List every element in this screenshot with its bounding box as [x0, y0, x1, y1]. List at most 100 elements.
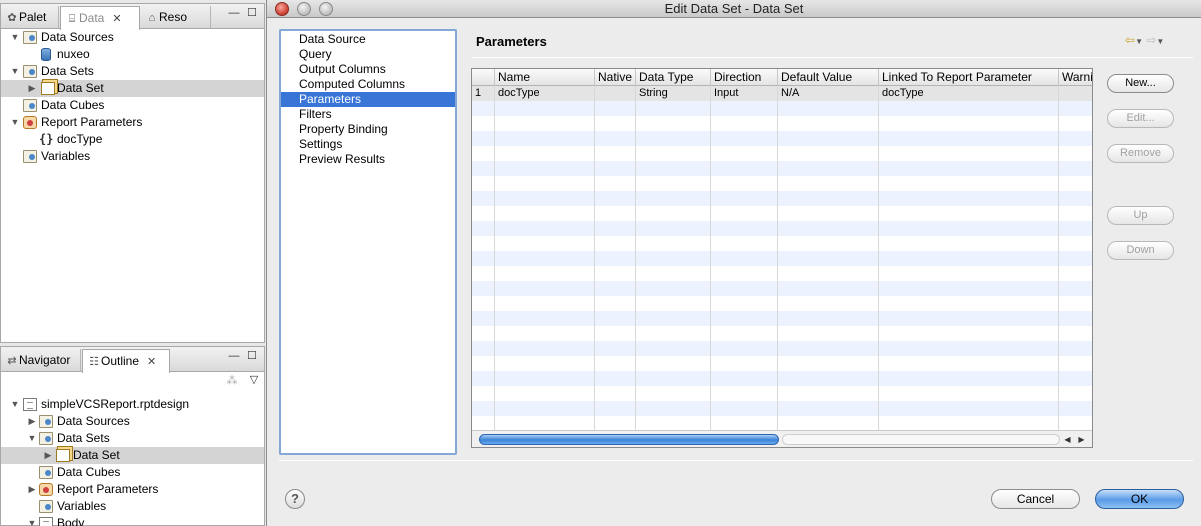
forward-dropdown-icon[interactable]: ▼ — [1156, 37, 1164, 46]
expanded-triangle-icon[interactable]: ▼ — [9, 29, 21, 46]
close-icon[interactable]: ✕ — [147, 356, 156, 368]
back-dropdown-icon[interactable]: ▼ — [1135, 37, 1143, 46]
maximize-icon[interactable]: ☐ — [245, 7, 259, 21]
nav-item-filters[interactable]: Filters — [281, 107, 455, 122]
back-arrow-icon[interactable]: ⇦ — [1125, 33, 1135, 47]
tree-node-report-parameters[interactable]: ▶ Report Parameters — [1, 481, 264, 498]
zoom-window-button[interactable] — [319, 2, 333, 16]
tree-node-rptdesign[interactable]: ▼ simpleVCSReport.rptdesign — [1, 396, 264, 413]
view-menu-icon[interactable]: ▽ — [247, 374, 261, 388]
folder-icon — [23, 150, 37, 163]
table-body: 1 docType String Input N/A docType — [472, 86, 1092, 446]
nav-item-computed-columns[interactable]: Computed Columns — [281, 77, 455, 92]
nav-item-property-binding[interactable]: Property Binding — [281, 122, 455, 137]
tree-node-data-set[interactable]: ▶ Data Set — [1, 80, 264, 97]
cancel-button[interactable]: Cancel — [991, 489, 1080, 509]
collapsed-triangle-icon[interactable]: ▶ — [26, 413, 38, 430]
tab-outline[interactable]: ☷ Outline ✕ — [82, 349, 170, 373]
page-nav-list: Data Source Query Output Columns Compute… — [279, 29, 457, 455]
column-header-index[interactable] — [472, 69, 495, 86]
tree-node-doctype[interactable]: {} docType — [1, 131, 264, 148]
column-divider — [494, 86, 495, 430]
tree-node-report-parameters[interactable]: ▼ Report Parameters — [1, 114, 264, 131]
collapsed-triangle-icon[interactable]: ▶ — [26, 481, 38, 498]
header-divider — [472, 57, 1193, 58]
tab-data[interactable]: ⌸ Data ✕ — [60, 6, 140, 30]
data-explorer-icon: ⌸ — [68, 13, 76, 25]
expanded-triangle-icon[interactable]: ▼ — [9, 114, 21, 131]
column-header-name[interactable]: Name — [495, 69, 595, 86]
nav-item-settings[interactable]: Settings — [281, 137, 455, 152]
column-header-default-value[interactable]: Default Value — [778, 69, 879, 86]
minimize-icon[interactable]: — — [227, 350, 241, 364]
table-row[interactable]: 1 docType String Input N/A docType — [472, 86, 1092, 101]
scroll-right-arrow-icon[interactable]: ▶ — [1076, 433, 1087, 446]
nav-item-parameters[interactable]: Parameters — [281, 92, 455, 107]
history-nav: ⇦▼ ⇨▼ — [1125, 33, 1164, 47]
down-button[interactable]: Down — [1107, 241, 1174, 260]
tab-palette[interactable]: ✿ Palet — [1, 6, 59, 29]
tree-node-data-sources[interactable]: ▶ Data Sources — [1, 413, 264, 430]
column-header-warning[interactable]: Warni — [1059, 69, 1092, 86]
scroll-left-arrow-icon[interactable]: ◀ — [1062, 433, 1073, 446]
table-empty-row — [472, 251, 1092, 266]
table-cell: String — [639, 87, 668, 99]
table-empty-row — [472, 281, 1092, 296]
tree-node-variables[interactable]: Variables — [1, 148, 264, 165]
up-button[interactable]: Up — [1107, 206, 1174, 225]
table-empty-row — [472, 161, 1092, 176]
minimize-icon[interactable]: — — [227, 7, 241, 21]
close-window-button[interactable] — [275, 2, 289, 16]
horizontal-scrollbar[interactable]: ◀ ▶ — [472, 430, 1092, 447]
table-empty-row — [472, 206, 1092, 221]
expanded-triangle-icon[interactable]: ▼ — [26, 430, 38, 447]
tree-node-data-set[interactable]: ▶ Data Set — [1, 447, 264, 464]
column-header-data-type[interactable]: Data Type — [636, 69, 711, 86]
expanded-triangle-icon[interactable]: ▼ — [9, 63, 21, 80]
table-cell: 1 — [475, 87, 482, 99]
tree-node-data-sources[interactable]: ▼ Data Sources — [1, 29, 264, 46]
tree-node-data-cubes[interactable]: Data Cubes — [1, 464, 264, 481]
tree-node-data-sets[interactable]: ▼ Data Sets — [1, 430, 264, 447]
scrollbar-thumb[interactable] — [479, 434, 779, 445]
file-icon — [23, 398, 37, 411]
close-icon[interactable]: ✕ — [112, 13, 121, 25]
table-cell: docType — [498, 87, 540, 99]
tree-node-data-sets[interactable]: ▼ Data Sets — [1, 63, 264, 80]
minimize-window-button[interactable] — [297, 2, 311, 16]
tree-node-nuxeo[interactable]: nuxeo — [1, 46, 264, 63]
remove-button[interactable]: Remove — [1107, 144, 1174, 163]
expanded-triangle-icon[interactable]: ▼ — [26, 515, 38, 526]
scrollbar-track[interactable] — [782, 434, 1060, 445]
nav-item-preview-results[interactable]: Preview Results — [281, 152, 455, 167]
forward-arrow-icon[interactable]: ⇨ — [1146, 33, 1156, 47]
column-header-native[interactable]: Native — [595, 69, 636, 86]
nav-item-output-columns[interactable]: Output Columns — [281, 62, 455, 77]
tree-node-variables[interactable]: Variables — [1, 498, 264, 515]
tree-node-data-cubes[interactable]: Data Cubes — [1, 97, 264, 114]
column-header-linked-report-parameter[interactable]: Linked To Report Parameter — [879, 69, 1059, 86]
outline-panel: ⇄ Navigator ☷ Outline ✕ — ☐ ⁂ ▽ ▼ simpleVCS… — [0, 346, 265, 526]
table-empty-row — [472, 356, 1092, 371]
tab-resource[interactable]: ⌂ Reso — [141, 6, 211, 29]
filter-icon[interactable]: ⁂ — [225, 375, 239, 389]
folder-icon — [23, 99, 37, 112]
collapsed-triangle-icon[interactable]: ▶ — [42, 447, 54, 464]
ok-button[interactable]: OK — [1095, 489, 1184, 509]
data-explorer-panel: ✿ Palet ⌸ Data ✕ ⌂ Reso — ☐ ▼ Data Sources n… — [0, 3, 265, 343]
nav-item-query[interactable]: Query — [281, 47, 455, 62]
new-button[interactable]: New... — [1107, 74, 1174, 93]
column-header-direction[interactable]: Direction — [711, 69, 778, 86]
help-button[interactable]: ? — [285, 489, 305, 509]
table-empty-row — [472, 416, 1092, 431]
edit-button[interactable]: Edit... — [1107, 109, 1174, 128]
maximize-icon[interactable]: ☐ — [245, 350, 259, 364]
collapsed-triangle-icon[interactable]: ▶ — [26, 80, 38, 97]
tree-node-body[interactable]: ▼ Body — [1, 515, 264, 526]
nav-item-data-source[interactable]: Data Source — [281, 32, 455, 47]
expanded-triangle-icon[interactable]: ▼ — [9, 396, 21, 413]
data-panel-tabbar: ✿ Palet ⌸ Data ✕ ⌂ Reso — ☐ — [1, 4, 264, 30]
folder-icon — [23, 65, 37, 78]
column-divider — [594, 86, 595, 430]
tab-navigator[interactable]: ⇄ Navigator — [1, 349, 81, 372]
